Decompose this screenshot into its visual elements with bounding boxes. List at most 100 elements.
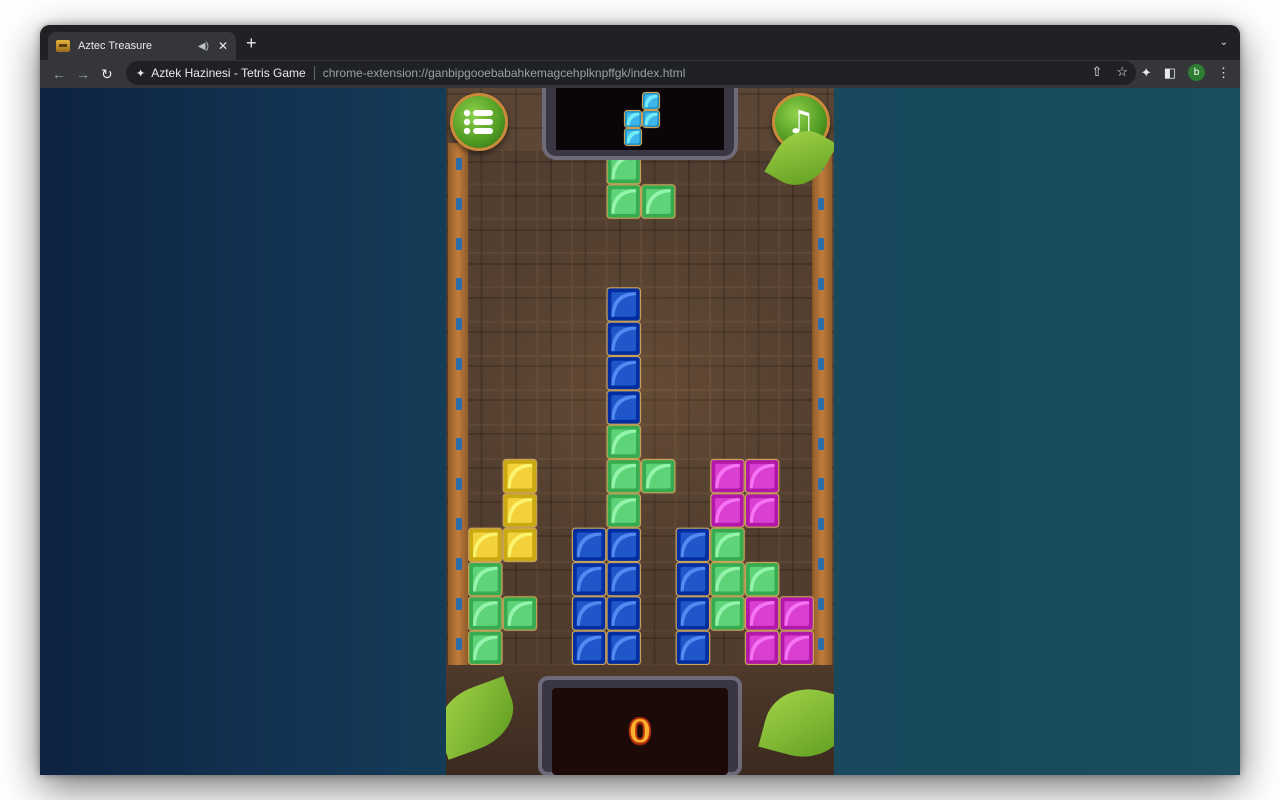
- board-cell: [745, 254, 779, 287]
- gem-block: [571, 630, 607, 665]
- gem-block: [675, 596, 711, 631]
- next-gem-block: [641, 91, 661, 111]
- board-cell: [676, 322, 710, 355]
- speaker-icon[interactable]: ◀): [198, 41, 209, 52]
- board-cell: [469, 494, 502, 527]
- share-icon[interactable]: ⇧: [1091, 64, 1102, 80]
- board-cell: [538, 185, 571, 218]
- menu-button[interactable]: [450, 93, 508, 151]
- forward-arrow-icon[interactable]: →: [76, 64, 90, 84]
- board-cell: [538, 460, 571, 493]
- tab-title: Aztec Treasure: [78, 40, 152, 52]
- gem-block: [744, 596, 780, 631]
- gem-block: [502, 527, 538, 563]
- board-cell: [642, 391, 675, 424]
- side-panel-icon[interactable]: ◧: [1164, 65, 1176, 81]
- board-cell: [642, 528, 675, 561]
- board-cell: [711, 425, 744, 458]
- board-cell: [503, 391, 537, 424]
- board-cell: [711, 254, 744, 287]
- board-cell: [503, 425, 537, 458]
- gem-block: [606, 561, 641, 597]
- profile-avatar[interactable]: b: [1188, 64, 1205, 81]
- gem-block: [502, 596, 538, 631]
- gem-block: [710, 596, 745, 631]
- url-text[interactable]: chrome-extension://ganbipgooebabahkemagc…: [323, 66, 686, 80]
- gem-block: [675, 527, 711, 563]
- extensions-icon[interactable]: ✦: [1141, 65, 1152, 81]
- gem-block: [502, 458, 538, 494]
- board-cell: [780, 288, 813, 321]
- board-cell: [503, 563, 537, 596]
- next-gem-block: [641, 109, 661, 129]
- board-cell: [538, 288, 571, 321]
- board-cell: [538, 563, 571, 596]
- board-cell: [676, 219, 710, 252]
- gem-block: [744, 458, 780, 494]
- list-menu-icon: [463, 109, 493, 135]
- board-cell: [503, 185, 537, 218]
- board-cell: [676, 288, 710, 321]
- score-value: 0: [627, 711, 653, 753]
- reload-icon[interactable]: ↻: [101, 64, 113, 84]
- board-cell: [469, 151, 502, 184]
- close-icon[interactable]: ✕: [218, 39, 228, 53]
- board-cell: [503, 631, 537, 664]
- board-cell: [780, 254, 813, 287]
- board-cell: [469, 322, 502, 355]
- gem-block: [779, 596, 814, 631]
- gem-block: [710, 527, 745, 563]
- board-cell: [711, 391, 744, 424]
- board-cell: [538, 391, 571, 424]
- page-viewport: ♫ 0: [40, 88, 1240, 775]
- board-cell: [745, 322, 779, 355]
- board-cell: [538, 425, 571, 458]
- board-cell: [745, 528, 779, 561]
- gem-block: [744, 561, 780, 597]
- back-arrow-icon[interactable]: ←: [52, 64, 66, 84]
- kebab-menu-icon[interactable]: ⋮: [1217, 65, 1230, 81]
- board-cell: [745, 219, 779, 252]
- gem-block: [468, 630, 503, 665]
- site-name: Aztek Hazinesi - Tetris Game: [151, 66, 306, 80]
- falling-gem-block: [606, 184, 641, 219]
- board-cell: [676, 494, 710, 527]
- board-cell: [538, 322, 571, 355]
- board-cell: [469, 185, 502, 218]
- gem-block: [606, 390, 641, 425]
- board-cell: [676, 425, 710, 458]
- board-cell: [538, 528, 571, 561]
- board-cell: [642, 631, 675, 664]
- address-bar[interactable]: ✦ Aztek Hazinesi - Tetris Game chrome-ex…: [126, 61, 1136, 85]
- board-cell: [780, 460, 813, 493]
- board-cell: [503, 288, 537, 321]
- gem-block: [744, 493, 780, 528]
- gem-block: [571, 561, 607, 597]
- board-cell: [469, 254, 502, 287]
- left-vine: [456, 158, 462, 658]
- board-cell: [676, 391, 710, 424]
- game-container[interactable]: ♫ 0: [446, 88, 834, 775]
- gem-block: [468, 596, 503, 631]
- gem-block: [675, 561, 711, 597]
- board-cell: [642, 357, 675, 390]
- board-cell: [676, 357, 710, 390]
- tab-aztec-treasure[interactable]: Aztec Treasure ◀) ✕: [48, 32, 236, 60]
- board-cell: [642, 563, 675, 596]
- board-cell: [469, 357, 502, 390]
- board-cell: [572, 357, 606, 390]
- board-cell: [745, 425, 779, 458]
- game-board[interactable]: [468, 150, 814, 665]
- board-cell: [711, 219, 744, 252]
- extension-puzzle-icon: ✦: [136, 67, 146, 80]
- new-tab-button[interactable]: +: [246, 34, 257, 52]
- browser-window: Aztec Treasure ◀) ✕ + ⌄ ← → ↻ ✦ Aztek Ha…: [40, 25, 1240, 775]
- board-cell: [503, 219, 537, 252]
- gem-block: [710, 493, 745, 528]
- chevron-down-icon[interactable]: ⌄: [1220, 37, 1228, 48]
- gem-block: [468, 527, 503, 563]
- gem-block: [468, 561, 503, 597]
- board-cell: [711, 357, 744, 390]
- bookmark-star-icon[interactable]: ☆: [1116, 64, 1128, 80]
- gem-block: [606, 630, 641, 665]
